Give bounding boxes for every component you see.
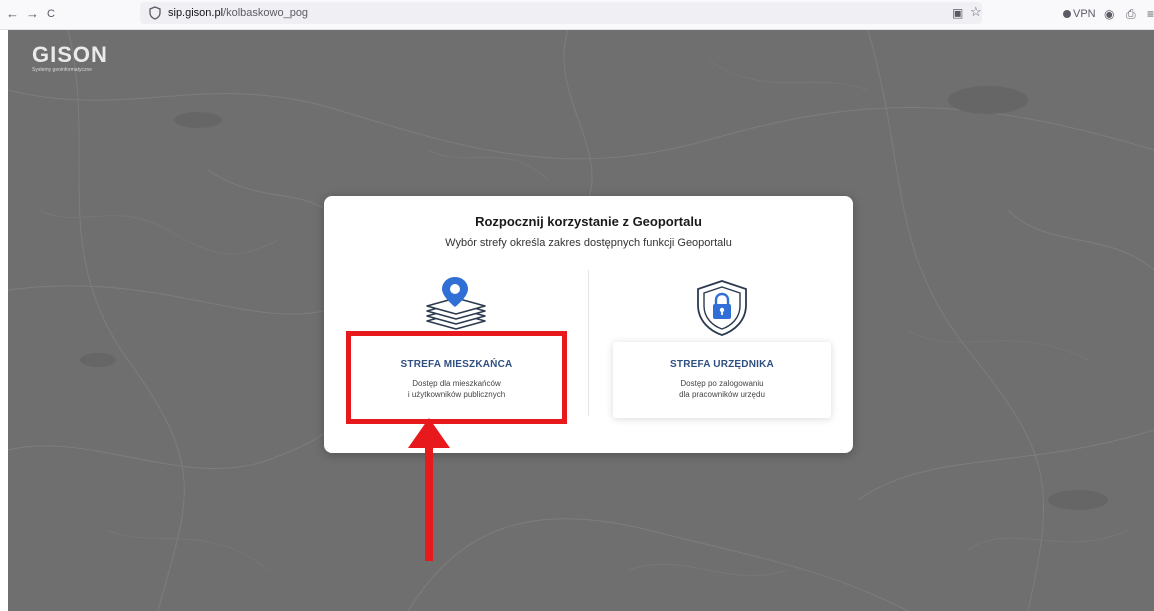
reload-icon[interactable]: C [47,6,55,22]
zone-resident-desc: Dostęp dla mieszkańców i użytkowników pu… [407,379,506,399]
address-bar[interactable]: sip.gison.pl/kolbaskowo_pog ▣ ☆ [140,2,982,24]
vpn-status-icon [1063,10,1071,18]
zone-official-title: STREFA URZĘDNIKA [670,359,774,370]
dialog-title: Rozpocznij korzystanie z Geoportalu [475,214,702,229]
forward-icon[interactable]: → [26,6,39,22]
gison-logo: GISON Systemy geoinformatyczne [32,42,108,74]
zone-official-button[interactable]: STREFA URZĘDNIKA Dostęp po zalogowaniu d… [613,342,831,418]
url-text: sip.gison.pl/kolbaskowo_pog [168,7,309,19]
bookmark-star-icon[interactable]: ☆ [970,5,982,19]
vpn-button[interactable]: VPN [1063,6,1096,22]
menu-icon[interactable]: ≡ [1147,6,1154,22]
extensions-icon[interactable]: ⎙ [1126,6,1136,22]
shield-icon [149,6,161,20]
map-layers-pin-icon [426,277,486,330]
back-icon[interactable]: ← [6,6,19,22]
browser-toolbar: ← → C sip.gison.pl/kolbaskowo_pog ▣ ☆ VP… [0,0,1154,30]
reader-view-icon[interactable]: ▣ [952,6,963,20]
dialog-subtitle: Wybór strefy określa zakres dostępnych f… [445,237,732,249]
zone-resident-title: STREFA MIESZKAŃCA [400,359,513,370]
zone-divider [588,270,589,416]
shield-lock-icon [697,280,747,336]
zone-selection-dialog: Rozpocznij korzystanie z Geoportalu Wybó… [324,196,853,453]
account-icon[interactable]: ◉ [1104,6,1114,22]
zone-official-desc: Dostęp po zalogowaniu dla pracowników ur… [679,379,765,399]
zone-resident-button[interactable]: STREFA MIESZKAŃCA Dostęp dla mieszkańców… [346,331,567,424]
